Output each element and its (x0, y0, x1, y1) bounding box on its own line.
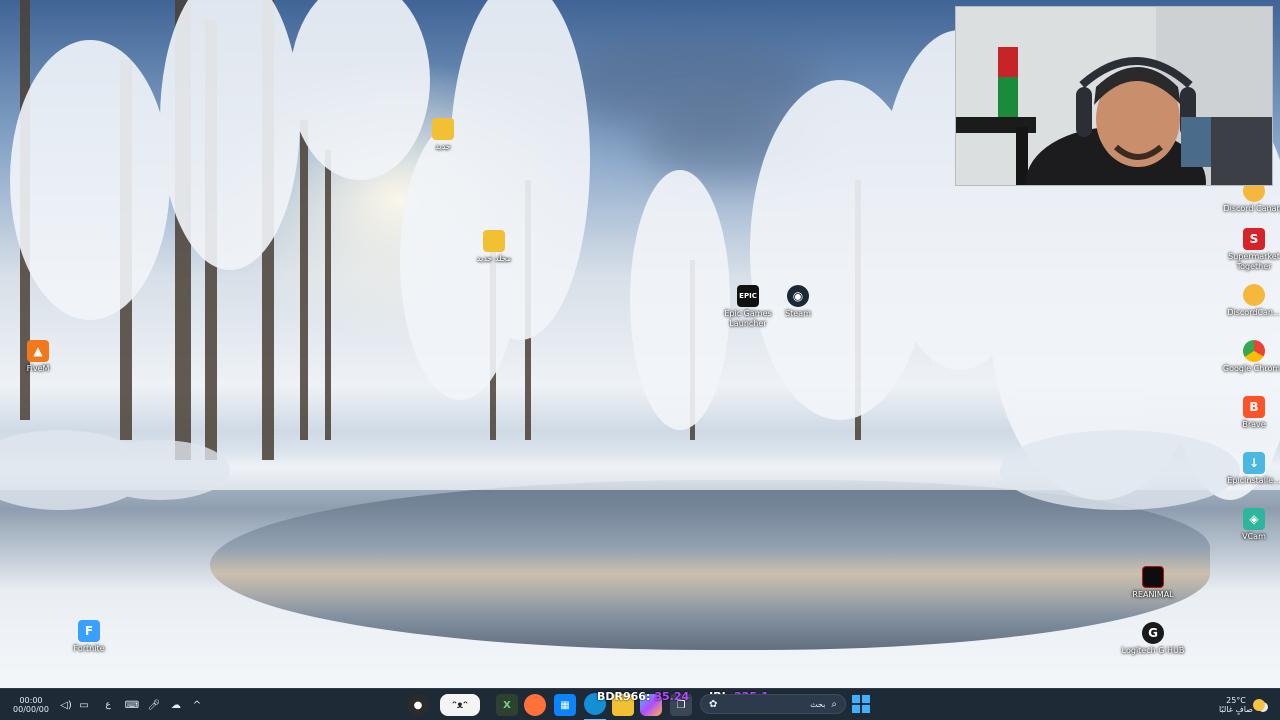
clock[interactable]: 00:00 00/00/00 (8, 689, 54, 720)
weather-icon (1250, 689, 1268, 720)
weather-temp: 25°C (1226, 696, 1246, 705)
desktop-icon-label: DiscordCan... (1227, 308, 1280, 317)
search-icon: ⌕ (831, 698, 837, 710)
logitech-icon: G (1142, 622, 1164, 644)
speaker-icon[interactable]: ◁) (58, 689, 74, 720)
desktop-icon-folder-2[interactable]: مجلد جديد (462, 230, 526, 264)
chrome-icon (1243, 340, 1265, 362)
desktop-icon-fortnite[interactable]: F Fortnite (57, 620, 121, 654)
taskbar-app-store[interactable]: ▦ (554, 689, 576, 720)
steam-icon: ◉ (787, 285, 809, 307)
desktop-icon-label: جديد (435, 142, 451, 151)
desktop-icon-label: Steam (785, 309, 811, 318)
input-language[interactable]: ع (100, 689, 116, 720)
taskbar-search[interactable]: ✿ بحث ⌕ (700, 694, 846, 714)
xbox-icon: X (496, 694, 518, 716)
windows-logo-part (862, 695, 870, 703)
clock-time: 00:00 (19, 696, 43, 705)
chevron-up-icon[interactable]: ^ (190, 689, 204, 720)
desktop-icon-folder-1[interactable]: جديد (411, 118, 475, 152)
desktop-icon-label: FiveM (26, 364, 50, 373)
desktop-icon-supermarket[interactable]: S Supermarket Together (1222, 228, 1280, 272)
discord-icon (1243, 284, 1265, 306)
taskbar-app-obs[interactable]: ● (406, 689, 430, 720)
desktop-icon-label: REANIMAL (1132, 590, 1174, 599)
weather-desc: صافٍ غالبًا (1219, 705, 1253, 714)
windows-logo-part (852, 705, 860, 713)
vcam-icon: ◈ (1243, 508, 1265, 530)
windows-logo-icon (852, 695, 860, 703)
desktop-icon-epicinstaller[interactable]: ↓ EpicInstalle... (1222, 452, 1280, 486)
desktop-icon-brave[interactable]: B Brave (1222, 396, 1280, 430)
fivem-icon: ▲ (27, 340, 49, 362)
display-icon[interactable]: ▭ (76, 689, 92, 720)
desktop-icon-label: VCam (1242, 532, 1266, 541)
desktop-icon-label: EpicInstalle... (1227, 476, 1280, 485)
ticker-bdr-value: 35.24 (654, 689, 690, 703)
folder-icon (432, 118, 454, 140)
desktop-icon-label: Discord Canary (1223, 204, 1280, 213)
desktop-icon-fivem[interactable]: ▲ FiveM (6, 340, 70, 374)
microphone-icon[interactable]: 🎤︎ (146, 689, 162, 720)
cloud-icon[interactable]: ☁ (168, 689, 184, 720)
webcam-feed (956, 7, 1272, 185)
weather-widget[interactable]: 25°C صافٍ غالبًا (1218, 689, 1254, 720)
desktop-icon-label: Brave (1242, 420, 1266, 429)
desktop-icon-steam[interactable]: ◉ Steam (766, 285, 830, 319)
desktop-icon-label: Supermarket Together (1228, 252, 1280, 271)
epic-games-icon: EPIC (737, 285, 759, 307)
store-icon: ▦ (554, 694, 576, 716)
desktop-icon-chrome[interactable]: Google Chrome (1222, 340, 1280, 374)
taskbar-app-firefox[interactable] (524, 689, 546, 720)
mascot-icon: ᵔᴥᵔ (440, 694, 480, 716)
keyboard-icon[interactable]: ⌨ (124, 689, 140, 720)
ticker-bdr-label: BDR966: (597, 689, 651, 703)
folder-icon (483, 230, 505, 252)
desktop-icon-reanimal[interactable]: REANIMAL (1121, 566, 1185, 600)
desktop-icon-discordcan[interactable]: DiscordCan... (1222, 284, 1280, 318)
desktop-icon-label: Google Chrome (1222, 364, 1280, 373)
taskbar: 00:00 00/00/00 ◁) ▭ ع ⌨ 🎤︎ ☁ ^ ● ᵔᴥᵔ X ▦… (0, 688, 1280, 720)
webcam-overlay (955, 6, 1273, 186)
desktop-icon-label: مجلد جديد (476, 254, 512, 263)
search-placeholder: بحث (810, 699, 826, 709)
start-button[interactable] (852, 695, 870, 713)
supermarket-icon: S (1243, 228, 1265, 250)
desktop-icon-label: Fortnite (73, 644, 105, 653)
fortnite-icon: F (78, 620, 100, 642)
reanimal-icon (1142, 566, 1164, 588)
mascot-sticker-icon: ✿ (709, 698, 718, 710)
desktop-icon-logitech[interactable]: G Logitech G HUB (1121, 622, 1185, 656)
firefox-icon (524, 694, 546, 716)
taskbar-app-xbox[interactable]: X (496, 689, 518, 720)
clock-date: 00/00/00 (13, 705, 49, 714)
desktop-icon-label: Logitech G HUB (1121, 646, 1185, 655)
obs-icon: ● (407, 694, 429, 716)
installer-icon: ↓ (1243, 452, 1265, 474)
desktop-icon-vcam[interactable]: ◈ VCam (1222, 508, 1280, 542)
brave-icon: B (1243, 396, 1265, 418)
windows-logo-part (862, 705, 870, 713)
taskbar-app-mascot[interactable]: ᵔᴥᵔ (436, 689, 484, 720)
